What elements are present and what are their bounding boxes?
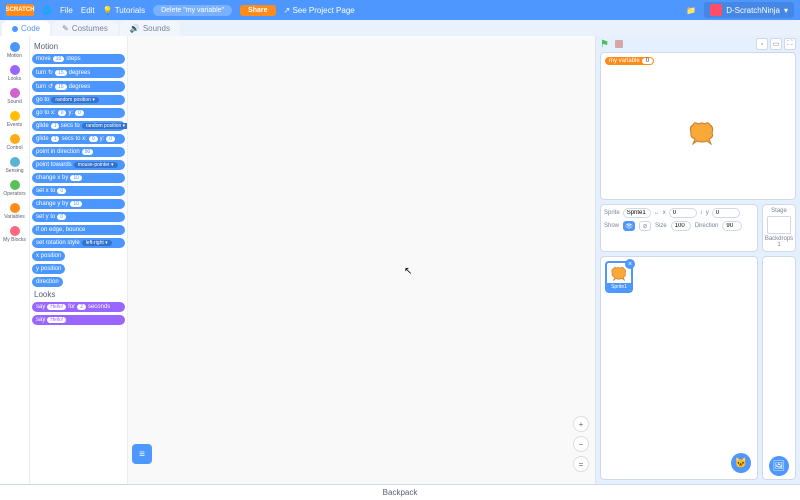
block-motion[interactable]: x position xyxy=(32,251,65,261)
palette-header-looks: Looks xyxy=(34,290,125,299)
tab-code[interactable]: Code xyxy=(2,21,50,36)
editor-tabs: Code ✎Costumes 🔊Sounds xyxy=(0,20,800,36)
backdrop-lane: 🖼 xyxy=(762,256,796,480)
top-menu-bar: SCRATCH 🌐 File Edit 💡 Tutorials Delete "… xyxy=(0,0,800,20)
small-stage-button[interactable]: ▫ xyxy=(756,38,768,50)
green-flag-button[interactable]: ⚑ xyxy=(600,39,609,50)
block-looks[interactable]: say Hello! for 2 seconds xyxy=(32,302,125,312)
folder-icon[interactable]: 📁 xyxy=(686,6,696,15)
tab-costumes[interactable]: ✎Costumes xyxy=(52,21,118,36)
menu-file[interactable]: File xyxy=(60,6,73,15)
category-my-blocks[interactable]: My Blocks xyxy=(0,224,29,245)
block-motion[interactable]: point in direction 90 xyxy=(32,147,125,157)
block-motion[interactable]: set rotation style left-right ▾ xyxy=(32,238,125,248)
zoom-in-button[interactable]: + xyxy=(573,416,589,432)
sprite-direction-input[interactable] xyxy=(722,221,742,231)
mouse-cursor-icon: ↖ xyxy=(404,266,412,277)
menu-tutorials[interactable]: 💡 Tutorials xyxy=(103,6,145,15)
palette-header-motion: Motion xyxy=(34,42,125,51)
block-motion[interactable]: glide 1 secs to x: 0 y: 0 xyxy=(32,134,125,144)
see-project-page[interactable]: ↗ See Project Page xyxy=(284,6,355,15)
category-sensing[interactable]: Sensing xyxy=(0,155,29,176)
add-extension-button[interactable]: ≡ xyxy=(132,444,152,464)
scripts-workspace[interactable]: ↖ + − = ≡ xyxy=(128,36,595,484)
undo-delete-variable[interactable]: Delete "my variable" xyxy=(153,5,232,16)
block-looks[interactable]: say Hello! xyxy=(32,315,125,325)
fullscreen-button[interactable]: ⛶ xyxy=(784,38,796,50)
share-button[interactable]: Share xyxy=(240,5,275,16)
stage-selector[interactable]: Stage Backdrops 1 xyxy=(762,204,796,252)
stage-thumbnail xyxy=(767,216,791,234)
stage[interactable]: my variable 0 xyxy=(600,52,796,200)
block-motion[interactable]: turn ↺ 15 degrees xyxy=(32,81,125,92)
block-category-column: MotionLooksSoundEventsControlSensingOper… xyxy=(0,36,30,484)
zoom-reset-button[interactable]: = xyxy=(573,456,589,472)
scratch-logo[interactable]: SCRATCH xyxy=(6,4,34,16)
variable-monitor[interactable]: my variable 0 xyxy=(605,57,654,65)
category-control[interactable]: Control xyxy=(0,132,29,153)
block-motion[interactable]: set x to 0 xyxy=(32,186,125,196)
sprite-list: × Sprite1 🐱 xyxy=(600,256,758,480)
block-motion[interactable]: move 10 steps xyxy=(32,54,125,64)
block-motion[interactable]: set y to 0 xyxy=(32,212,125,222)
delete-sprite-button[interactable]: × xyxy=(625,259,635,269)
large-stage-button[interactable]: ▭ xyxy=(770,38,782,50)
category-operators[interactable]: Operators xyxy=(0,178,29,199)
backpack-panel[interactable]: Backpack xyxy=(0,484,800,500)
sprite-info-panel: Sprite ↔x ↕y Show 👁 ⊘ Size Direction xyxy=(600,204,758,252)
user-avatar-icon xyxy=(710,4,722,16)
username: D-ScratchNinja xyxy=(726,6,780,15)
sprite-x-input[interactable] xyxy=(669,208,697,218)
globe-icon[interactable]: 🌐 xyxy=(42,6,52,15)
tab-sounds[interactable]: 🔊Sounds xyxy=(120,21,180,36)
block-motion[interactable]: if on edge, bounce xyxy=(32,225,125,235)
hide-sprite-button[interactable]: ⊘ xyxy=(639,221,651,231)
sprite-size-input[interactable] xyxy=(671,221,691,231)
block-motion[interactable]: turn ↻ 15 degrees xyxy=(32,67,125,78)
sprite-y-input[interactable] xyxy=(712,208,740,218)
block-palette: Motion move 10 steps turn ↻ 15 degrees tur… xyxy=(30,36,128,484)
category-motion[interactable]: Motion xyxy=(0,40,29,61)
category-sound[interactable]: Sound xyxy=(0,86,29,107)
sprite-on-stage[interactable] xyxy=(687,119,717,145)
block-motion[interactable]: change x by 10 xyxy=(32,173,125,183)
user-menu[interactable]: D-ScratchNinja ▾ xyxy=(704,2,794,18)
show-sprite-button[interactable]: 👁 xyxy=(623,221,635,231)
block-motion[interactable]: glide 1 secs to random position ▾ xyxy=(32,121,125,131)
menu-edit[interactable]: Edit xyxy=(81,6,95,15)
category-events[interactable]: Events xyxy=(0,109,29,130)
sprite-card-sprite1[interactable]: × Sprite1 xyxy=(605,261,633,293)
add-backdrop-button[interactable]: 🖼 xyxy=(769,456,789,476)
block-motion[interactable]: y position xyxy=(32,264,65,274)
stop-button[interactable] xyxy=(615,40,623,48)
add-sprite-button[interactable]: 🐱 xyxy=(731,453,751,473)
block-motion[interactable]: go to x: 0 y: 0 xyxy=(32,108,125,118)
block-motion[interactable]: point towards mouse-pointer ▾ xyxy=(32,160,125,170)
block-motion[interactable]: go to random position ▾ xyxy=(32,95,125,105)
category-variables[interactable]: Variables xyxy=(0,201,29,222)
block-motion[interactable]: direction xyxy=(32,277,63,287)
category-looks[interactable]: Looks xyxy=(0,63,29,84)
sprite-name-input[interactable] xyxy=(623,208,651,218)
block-motion[interactable]: change y by 10 xyxy=(32,199,125,209)
zoom-out-button[interactable]: − xyxy=(573,436,589,452)
